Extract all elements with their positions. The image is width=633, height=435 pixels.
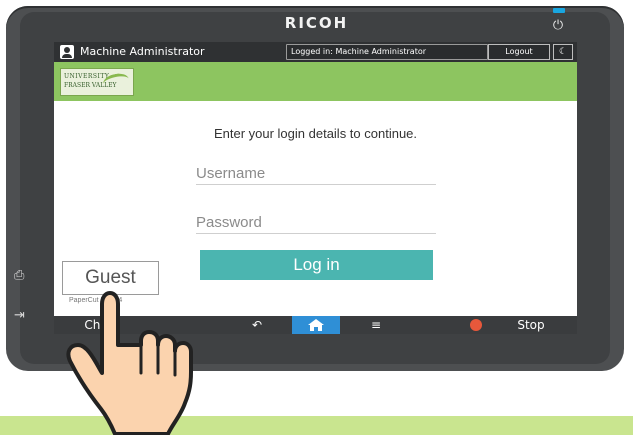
logout-button[interactable]: Logout [488,44,550,60]
login-prompt-text: Enter your login details to continue. [213,126,418,141]
stop-button[interactable]: Stop [506,316,556,334]
pointing-hand-icon [66,291,193,435]
university-logo: UNIVERSITY FRASER VALLEY [60,68,134,96]
home-icon [308,319,324,331]
header-brand-bar: UNIVERSITY FRASER VALLEY [54,62,577,101]
back-arrow-icon[interactable]: ↶ [242,316,272,334]
login-hardware-icon[interactable]: ⇥ [14,308,25,323]
login-status-field[interactable]: Logged in: Machine Administrator [286,44,488,60]
energy-saver-moon-icon[interactable]: ☾ [553,44,573,60]
user-label: Machine Administrator [80,45,205,58]
username-field [196,162,436,185]
power-led-indicator [553,8,565,13]
password-input[interactable] [196,211,436,233]
login-button[interactable]: Log in [200,250,433,280]
menu-icon[interactable]: ≡ [366,316,386,334]
ricoh-brand-logo: RICOH [284,14,349,32]
printer-hardware-icon[interactable]: ⎙ [14,268,24,283]
stop-icon [470,319,482,331]
home-button[interactable] [292,316,340,334]
username-input[interactable] [196,162,436,184]
power-icon[interactable]: ⏻ [550,18,566,34]
user-icon [60,45,74,59]
top-status-bar: Machine Administrator Logged in: Machine… [54,42,577,62]
password-field [196,211,436,234]
